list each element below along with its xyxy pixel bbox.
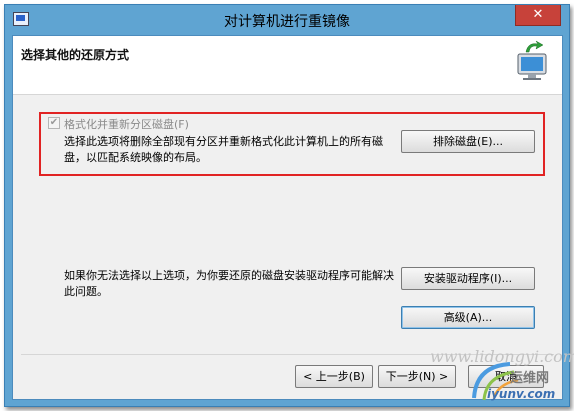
format-repartition-label: 格式化并重新分区磁盘(F) bbox=[64, 118, 189, 131]
driver-description: 如果你无法选择以上选项，为你要还原的磁盘安装驱动程序可能解决此问题。 bbox=[64, 269, 394, 298]
watermark-site-name: 运维网 bbox=[510, 371, 550, 386]
close-button[interactable]: ✕ bbox=[515, 5, 561, 26]
format-repartition-checkbox[interactable]: ✔ bbox=[48, 117, 60, 129]
next-button[interactable]: 下一步(N) > bbox=[378, 365, 456, 388]
window-title: 对计算机进行重镜像 bbox=[224, 14, 350, 30]
title-bar[interactable]: 对计算机进行重镜像 ✕ bbox=[5, 5, 569, 35]
format-description: 选择此选项将删除全部现有分区并重新格式化此计算机上的所有磁盘，以匹配系统映像的布… bbox=[64, 135, 383, 164]
wizard-content: 选择其他的还原方式 ✔ 格式化并重新分区磁盘(F) 选择此选项将删除全部现有分区… bbox=[12, 35, 563, 400]
advanced-button[interactable]: 高级(A)... bbox=[401, 306, 535, 329]
watermark-domain: iyunv.com bbox=[487, 387, 556, 401]
exclude-disks-button[interactable]: 排除磁盘(E)... bbox=[401, 130, 535, 153]
install-drivers-button[interactable]: 安装驱动程序(I)... bbox=[401, 267, 535, 290]
page-title: 选择其他的还原方式 bbox=[21, 48, 130, 62]
system-restore-icon bbox=[517, 40, 547, 80]
back-button[interactable]: < 上一步(B) bbox=[295, 365, 373, 388]
wizard-header: 选择其他的还原方式 bbox=[13, 36, 562, 95]
